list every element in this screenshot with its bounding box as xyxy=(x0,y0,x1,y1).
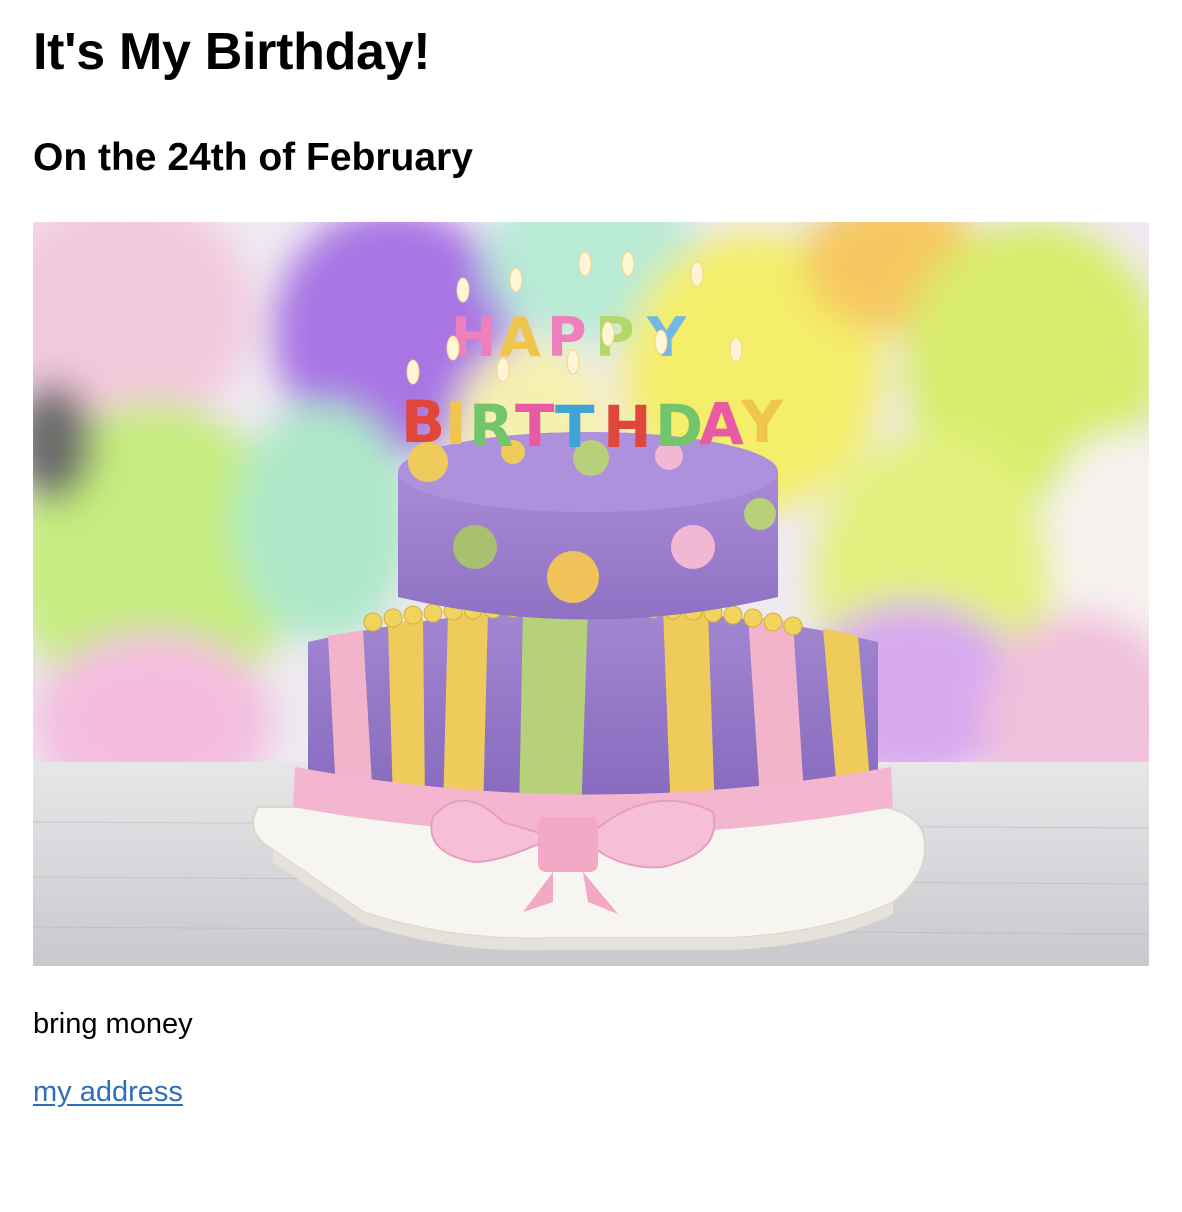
svg-text:A: A xyxy=(699,390,744,458)
svg-text:T: T xyxy=(555,393,595,461)
svg-text:T: T xyxy=(515,392,555,460)
svg-text:B: B xyxy=(401,388,445,456)
birthday-cake-image: B I R T T H D A Y H A P P Y xyxy=(33,222,1149,966)
page-title: It's My Birthday! xyxy=(33,23,431,81)
note-text: bring money xyxy=(33,1008,193,1040)
cake-illustration: B I R T T H D A Y H A P P Y xyxy=(33,222,1149,966)
svg-text:D: D xyxy=(655,392,703,460)
page-subtitle: On the 24th of February xyxy=(33,136,473,179)
svg-text:H: H xyxy=(451,306,496,369)
svg-text:I: I xyxy=(445,390,467,458)
address-link[interactable]: my address xyxy=(33,1072,183,1112)
svg-text:P: P xyxy=(595,306,635,369)
svg-text:R: R xyxy=(469,392,514,460)
svg-text:Y: Y xyxy=(740,388,784,456)
svg-text:H: H xyxy=(603,393,652,461)
